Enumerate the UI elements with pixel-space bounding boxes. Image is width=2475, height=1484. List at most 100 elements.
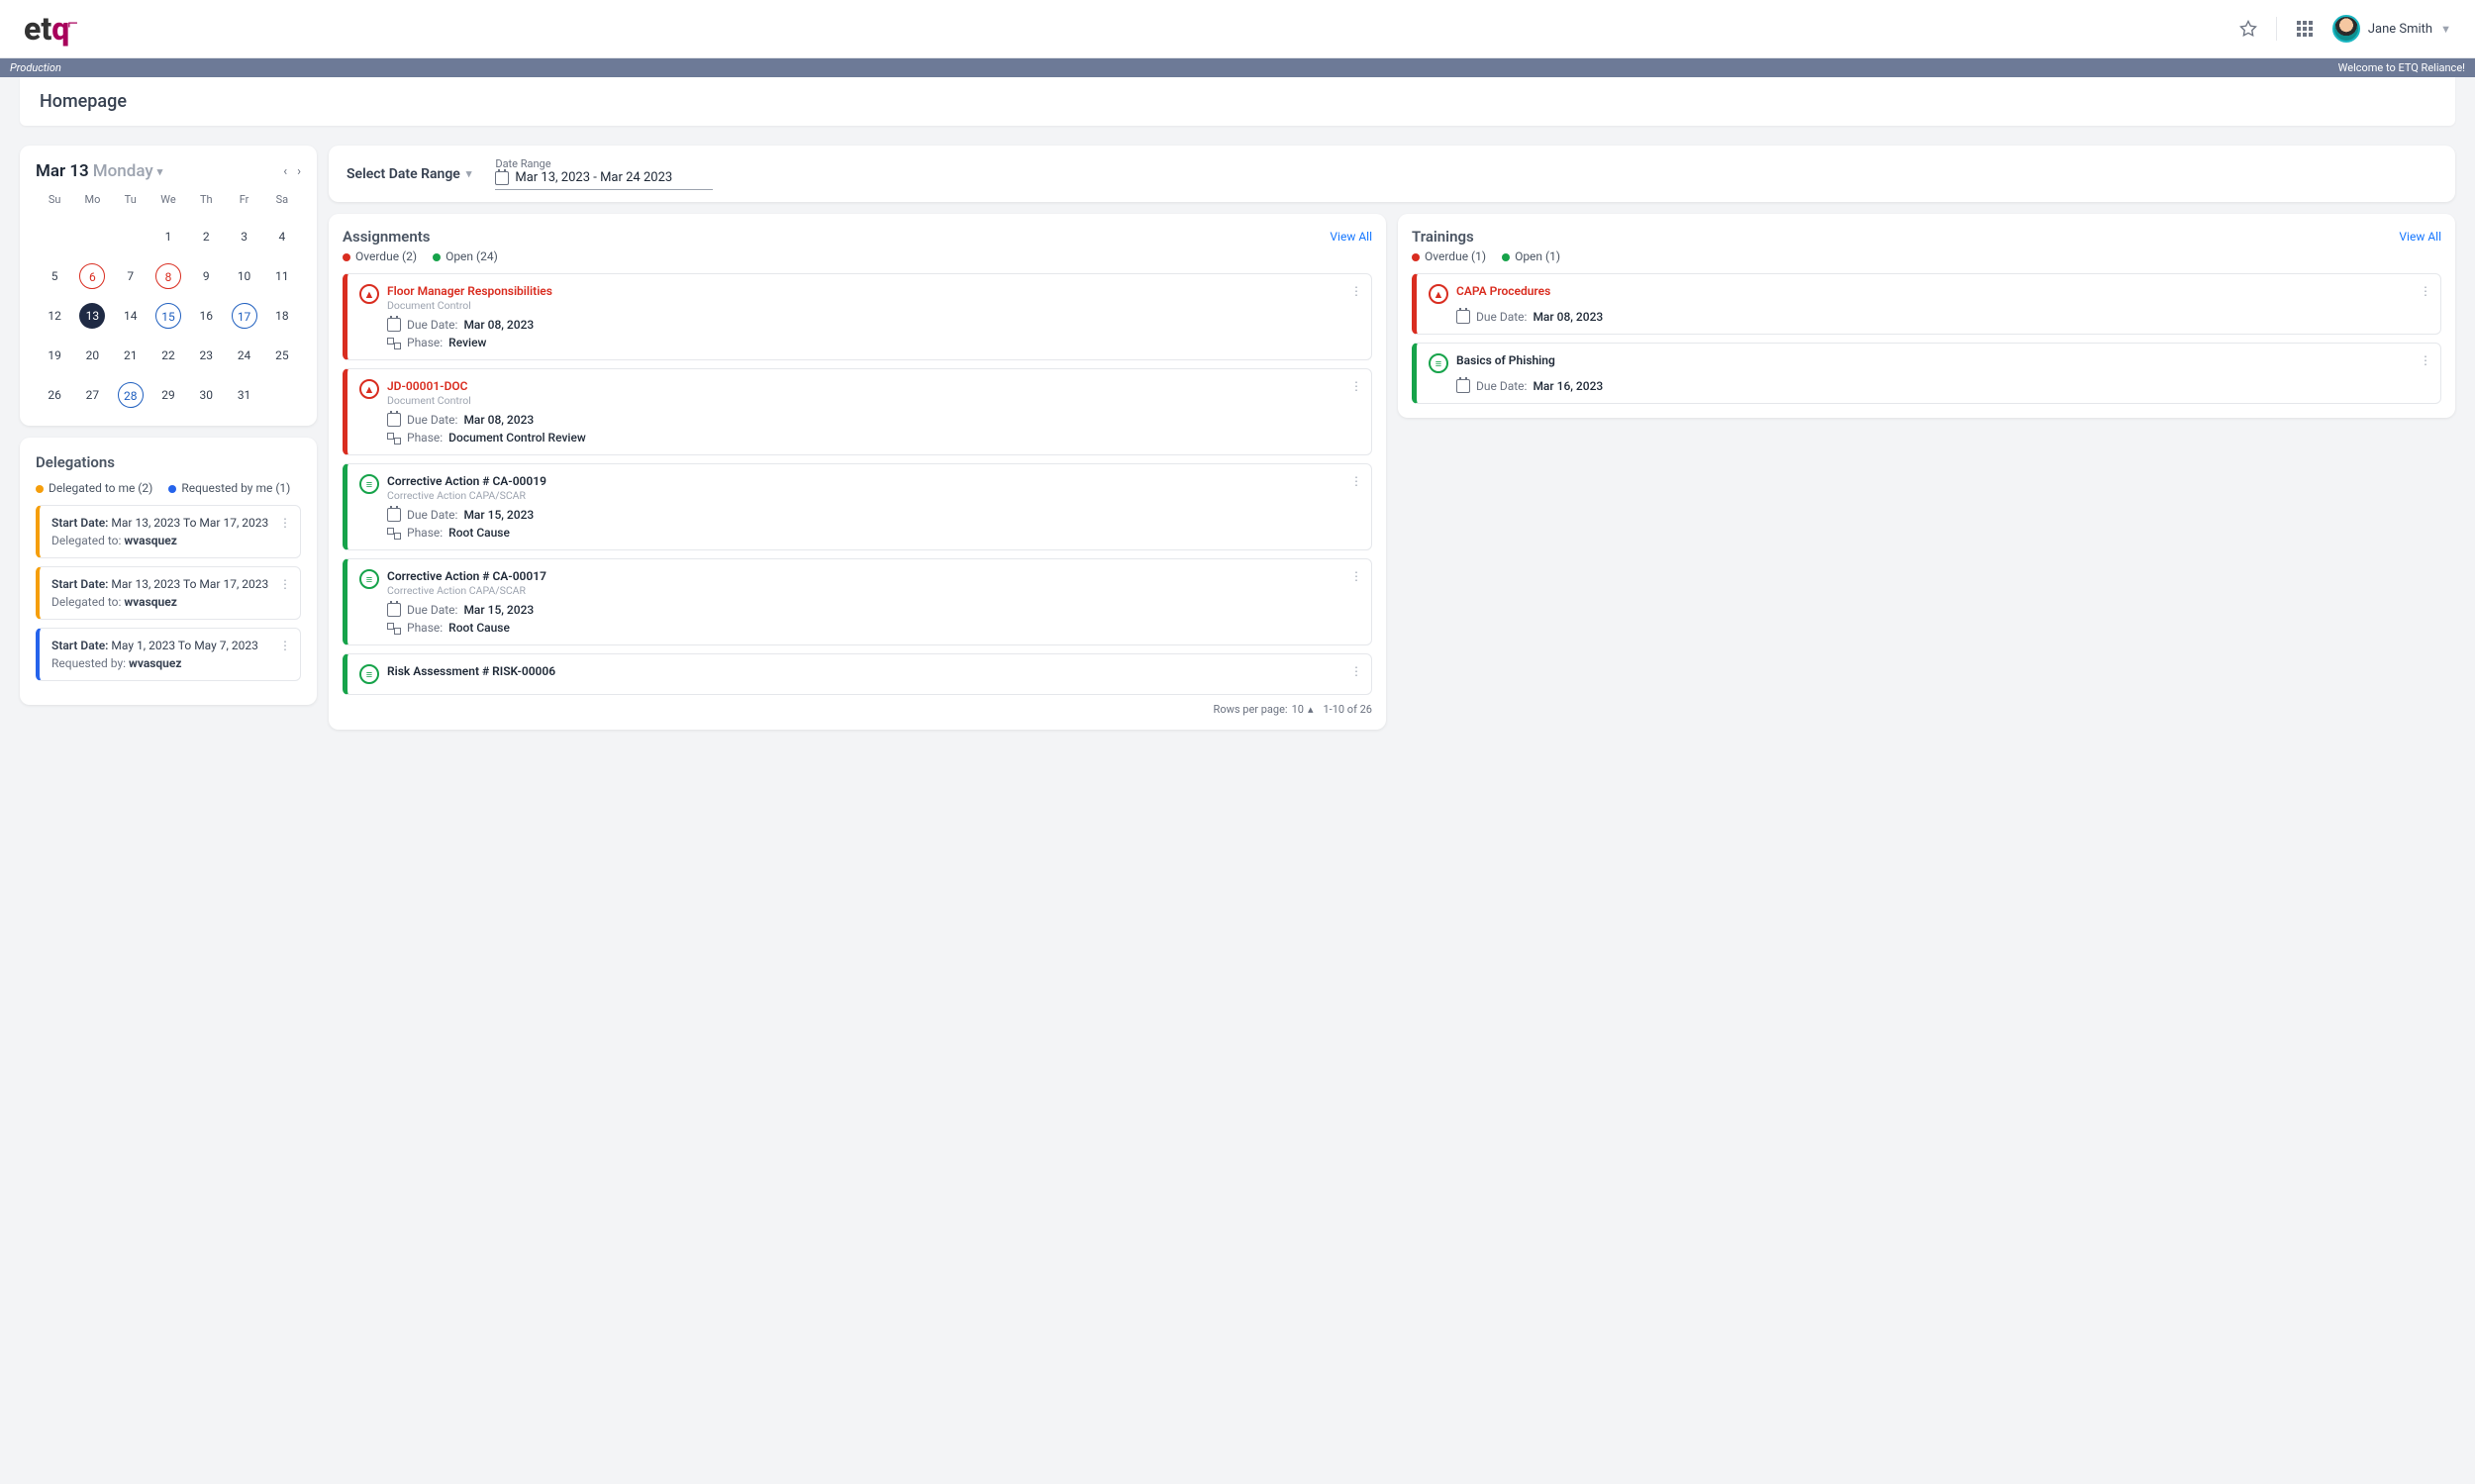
- legend-requested-by-me: Requested by me (1): [168, 481, 290, 495]
- chevron-down-icon: ▾: [466, 167, 472, 180]
- status-icon: ▲: [359, 284, 379, 304]
- phase-icon: [387, 526, 401, 540]
- status-icon: ≡: [359, 569, 379, 589]
- date-range-field[interactable]: Date Range Mar 13, 2023 - Mar 24 2023: [495, 157, 713, 190]
- chevron-down-icon: ▼: [2440, 23, 2451, 36]
- calendar-day[interactable]: 19: [36, 341, 73, 370]
- calendar-dow: Th: [187, 187, 225, 212]
- item-card[interactable]: ⋮▲CAPA ProceduresDue Date: Mar 08, 2023: [1412, 273, 2441, 335]
- calendar-day[interactable]: 15: [149, 301, 187, 331]
- kebab-menu-icon[interactable]: ⋮: [1350, 379, 1363, 393]
- item-title: Floor Manager Responsibilities: [387, 284, 552, 298]
- calendar-day[interactable]: 30: [187, 380, 225, 410]
- calendar-day[interactable]: 24: [225, 341, 262, 370]
- select-date-range-dropdown[interactable]: Select Date Range ▾: [346, 166, 471, 182]
- item-card[interactable]: ⋮▲JD-00001-DOCDocument ControlDue Date: …: [343, 368, 1372, 455]
- top-bar: etq⌐ Jane Smith ▼: [0, 0, 2475, 58]
- item-title: Corrective Action # CA-00017: [387, 569, 546, 583]
- item-title: Basics of Phishing: [1456, 353, 1555, 367]
- calendar-next-button[interactable]: ›: [297, 164, 301, 179]
- calendar-day[interactable]: 4: [263, 222, 301, 251]
- calendar-day[interactable]: 29: [149, 380, 187, 410]
- calendar-day[interactable]: 14: [112, 301, 149, 331]
- calendar-day[interactable]: 7: [112, 261, 149, 291]
- item-title: Risk Assessment # RISK-00006: [387, 664, 555, 678]
- calendar-day[interactable]: 18: [263, 301, 301, 331]
- calendar-day[interactable]: 28: [112, 380, 149, 410]
- calendar-day[interactable]: 31: [225, 380, 262, 410]
- calendar-prev-button[interactable]: ‹: [283, 164, 287, 179]
- status-icon: ≡: [1429, 353, 1448, 373]
- item-card[interactable]: ⋮≡Basics of PhishingDue Date: Mar 16, 20…: [1412, 343, 2441, 404]
- kebab-menu-icon[interactable]: ⋮: [2420, 284, 2432, 298]
- date-range-bar: Select Date Range ▾ Date Range Mar 13, 2…: [329, 146, 2455, 202]
- kebab-menu-icon[interactable]: ⋮: [279, 639, 292, 652]
- status-icon: ≡: [359, 664, 379, 684]
- calendar-day[interactable]: 23: [187, 341, 225, 370]
- calendar-day[interactable]: 25: [263, 341, 301, 370]
- rows-per-page-select[interactable]: Rows per page: 10 ▴: [1214, 703, 1314, 716]
- trainings-view-all-link[interactable]: View All: [2399, 230, 2441, 244]
- phase-icon: [387, 431, 401, 445]
- kebab-menu-icon[interactable]: ⋮: [2420, 353, 2432, 367]
- calendar-icon: [1456, 379, 1470, 393]
- delegations-card: Delegations Delegated to me (2) Requeste…: [20, 438, 317, 705]
- calendar-day[interactable]: 13: [73, 301, 111, 331]
- item-subtype: Corrective Action CAPA/SCAR: [387, 584, 546, 597]
- calendar-icon: [387, 508, 401, 522]
- brand-logo: etq⌐: [24, 10, 78, 48]
- calendar-icon: [1456, 310, 1470, 324]
- calendar-day[interactable]: 11: [263, 261, 301, 291]
- calendar-day[interactable]: 6: [73, 261, 111, 291]
- item-card[interactable]: ⋮ ≡ Risk Assessment # RISK-00006: [343, 653, 1372, 695]
- user-menu[interactable]: Jane Smith ▼: [2332, 15, 2451, 43]
- calendar-day[interactable]: 3: [225, 222, 262, 251]
- delegation-card[interactable]: Start Date: May 1, 2023 To May 7, 2023Re…: [36, 628, 301, 681]
- calendar-day[interactable]: 12: [36, 301, 73, 331]
- item-card[interactable]: ⋮ ≡ Corrective Action # CA-00017Corrective…: [343, 558, 1372, 645]
- legend-delegated-to-me: Delegated to me (2): [36, 481, 152, 495]
- avatar: [2332, 15, 2360, 43]
- calendar-day[interactable]: 21: [112, 341, 149, 370]
- calendar-dow: Tu: [112, 187, 149, 212]
- status-icon: ▲: [359, 379, 379, 399]
- item-card[interactable]: ⋮≡Corrective Action # CA-00019Corrective…: [343, 463, 1372, 550]
- assignments-title: Assignments: [343, 228, 430, 246]
- date-range-label: Date Range: [495, 157, 713, 170]
- apps-grid-icon[interactable]: [2295, 19, 2315, 39]
- assignments-panel: Assignments View All Overdue (2) Open (2…: [329, 214, 1386, 730]
- calendar-day[interactable]: 26: [36, 380, 73, 410]
- trainings-panel: Trainings View All Overdue (1) Open (1) …: [1398, 214, 2455, 418]
- chevron-down-icon: ▾: [157, 165, 163, 178]
- item-subtype: Corrective Action CAPA/SCAR: [387, 489, 546, 502]
- calendar-day[interactable]: 5: [36, 261, 73, 291]
- calendar-day[interactable]: 17: [225, 301, 262, 331]
- kebab-menu-icon[interactable]: ⋮: [1350, 474, 1363, 488]
- calendar-dow: Sa: [263, 187, 301, 212]
- legend-overdue: Overdue (2): [343, 249, 417, 263]
- favorite-icon[interactable]: [2238, 19, 2258, 39]
- calendar-day[interactable]: 27: [73, 380, 111, 410]
- calendar-day[interactable]: 22: [149, 341, 187, 370]
- delegation-card[interactable]: Start Date: Mar 13, 2023 To Mar 17, 2023…: [36, 505, 301, 558]
- calendar-day[interactable]: 2: [187, 222, 225, 251]
- assignments-view-all-link[interactable]: View All: [1330, 230, 1372, 244]
- calendar-grid: SuMoTuWeThFrSa12345678910111213141516171…: [36, 187, 301, 410]
- date-range-value: Mar 13, 2023 - Mar 24 2023: [515, 170, 672, 185]
- calendar-day[interactable]: 9: [187, 261, 225, 291]
- delegation-card[interactable]: Start Date: Mar 13, 2023 To Mar 17, 2023…: [36, 566, 301, 620]
- assignments-pager: Rows per page: 10 ▴ 1-10 of 26: [343, 703, 1372, 716]
- calendar-day[interactable]: 16: [187, 301, 225, 331]
- kebab-menu-icon[interactable]: ⋮: [1350, 284, 1363, 298]
- kebab-menu-icon[interactable]: ⋮: [1350, 664, 1363, 678]
- calendar-day[interactable]: 10: [225, 261, 262, 291]
- kebab-menu-icon[interactable]: ⋮: [279, 577, 292, 591]
- kebab-menu-icon[interactable]: ⋮: [1350, 569, 1363, 583]
- calendar-day[interactable]: 20: [73, 341, 111, 370]
- item-card[interactable]: ⋮▲Floor Manager ResponsibilitiesDocument…: [343, 273, 1372, 360]
- calendar-day[interactable]: 1: [149, 222, 187, 251]
- calendar-title[interactable]: Mar 13 Monday ▾: [36, 161, 162, 181]
- kebab-menu-icon[interactable]: ⋮: [279, 516, 292, 530]
- legend-open: Open (1): [1502, 249, 1560, 263]
- calendar-day[interactable]: 8: [149, 261, 187, 291]
